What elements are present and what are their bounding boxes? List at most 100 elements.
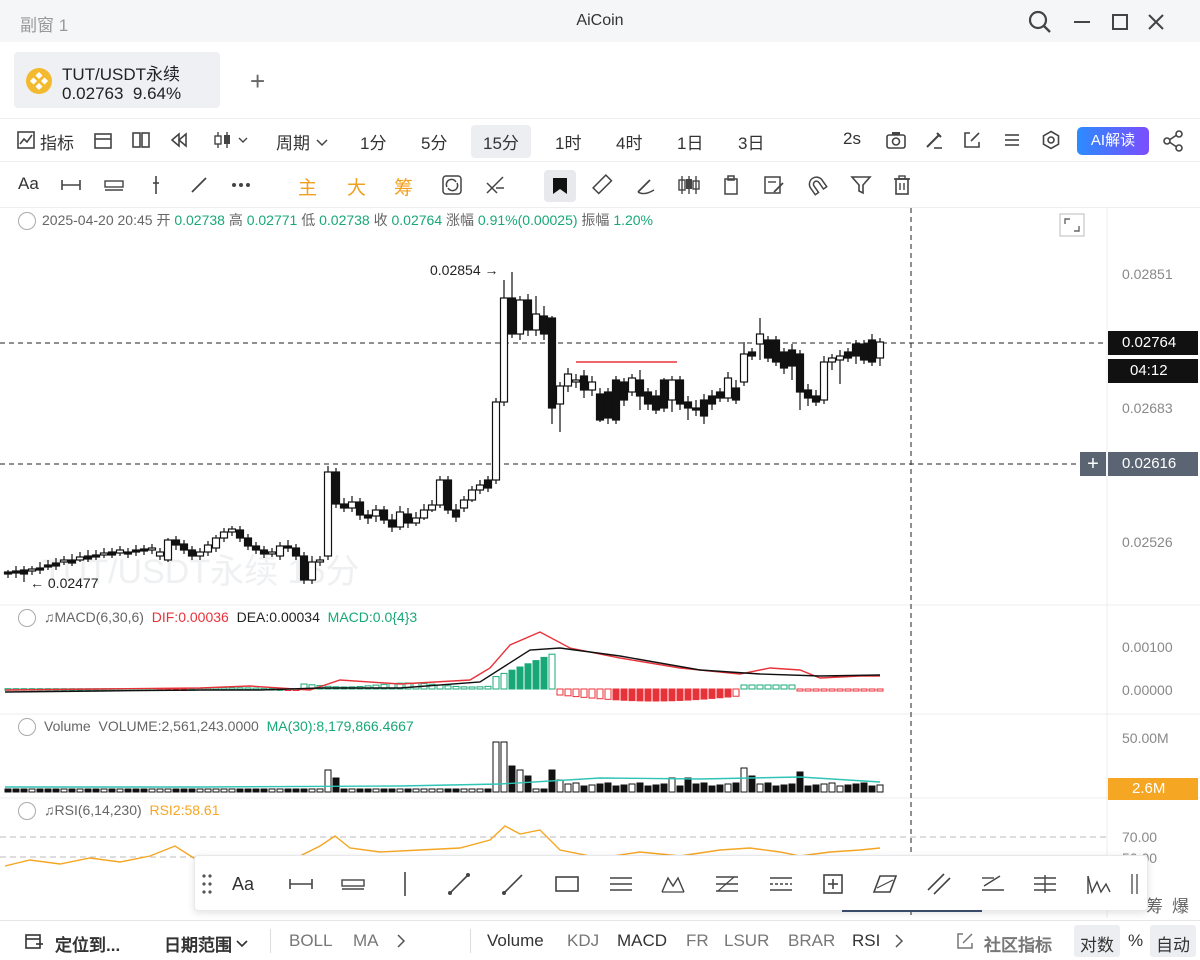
main-force-button[interactable]: 主: [298, 173, 317, 200]
main-indicator-ma[interactable]: MA: [353, 931, 379, 951]
candle-type-icon[interactable]: [213, 130, 248, 152]
wave-tool-icon[interactable]: [1079, 864, 1119, 904]
cross-trade-icon[interactable]: [484, 174, 506, 196]
auto-scale-toggle[interactable]: 自动: [1156, 931, 1190, 956]
parallel-channel-icon[interactable]: [919, 864, 959, 904]
add-tab-button[interactable]: +: [250, 66, 265, 97]
collapse-icon[interactable]: [18, 802, 36, 821]
liquidation-side-label[interactable]: 爆: [1172, 892, 1189, 917]
maximize-icon[interactable]: [1106, 8, 1134, 36]
calendar-icon[interactable]: [93, 130, 115, 152]
sub-indicator-lsur[interactable]: LSUR: [724, 931, 769, 951]
chip-side-label[interactable]: 筹: [1146, 892, 1163, 917]
rectangle-tool-icon[interactable]: [547, 864, 587, 904]
filter-icon[interactable]: [850, 174, 872, 196]
chip-button[interactable]: 筹: [394, 173, 413, 200]
clipboard-icon[interactable]: [720, 174, 742, 196]
locate-icon[interactable]: [24, 931, 46, 953]
pattern-tool-icon[interactable]: [653, 864, 693, 904]
parallelogram-tool-icon[interactable]: [865, 864, 905, 904]
close-icon[interactable]: [1142, 8, 1170, 36]
chevron-right-icon[interactable]: [894, 933, 916, 955]
more-icon[interactable]: [230, 175, 252, 197]
sub-indicator-brar[interactable]: BRAR: [788, 931, 835, 951]
drag-handle-icon[interactable]: [195, 864, 219, 904]
percent-scale-toggle[interactable]: %: [1128, 931, 1143, 951]
layout-icon[interactable]: [131, 130, 153, 152]
indicator-icon[interactable]: [16, 130, 38, 152]
date-range-button[interactable]: 日期范围: [164, 931, 232, 956]
range-tool-icon[interactable]: [333, 864, 373, 904]
chevron-down-icon[interactable]: [316, 135, 338, 157]
replay-icon[interactable]: [169, 130, 191, 152]
text-tool-icon[interactable]: Aa: [223, 864, 263, 904]
toolbar-grip-icon[interactable]: [1125, 864, 1145, 904]
interval-1m[interactable]: 1分: [360, 129, 386, 154]
ray-tool-icon[interactable]: [493, 864, 533, 904]
edit-icon[interactable]: [956, 932, 978, 954]
chevron-down-icon[interactable]: [236, 936, 258, 958]
chevron-right-icon[interactable]: [396, 933, 418, 955]
popout-icon[interactable]: [962, 130, 984, 152]
camera-icon[interactable]: [885, 130, 907, 152]
parallel-tool-icon[interactable]: [601, 864, 641, 904]
price-channel-icon[interactable]: [973, 864, 1013, 904]
sub-indicator-rsi[interactable]: RSI: [852, 931, 880, 951]
line-tool-icon[interactable]: [439, 864, 479, 904]
candles-tool-icon[interactable]: [677, 174, 700, 196]
main-indicator-boll[interactable]: BOLL: [289, 931, 332, 951]
marker-icon[interactable]: [544, 170, 576, 202]
level-tool-icon[interactable]: [1025, 864, 1065, 904]
expand-icon[interactable]: [1059, 213, 1085, 237]
interval-1d[interactable]: 1日: [677, 129, 703, 154]
sync-icon[interactable]: [441, 174, 463, 196]
interval-4h[interactable]: 4时: [616, 129, 642, 154]
bell-icon[interactable]: ♫: [44, 609, 55, 625]
refresh-rate[interactable]: 2s: [843, 129, 861, 149]
add-box-tool-icon[interactable]: [813, 864, 853, 904]
interval-5m[interactable]: 5分: [421, 129, 447, 154]
macd-dea: DEA:0.00034: [236, 609, 320, 625]
settings-icon[interactable]: [1041, 130, 1063, 152]
scroll-indicator[interactable]: [842, 910, 982, 912]
fib-tool-icon[interactable]: [707, 864, 747, 904]
interval-3d[interactable]: 3日: [738, 129, 764, 154]
vertical-tool-icon[interactable]: [385, 864, 425, 904]
pen-icon[interactable]: [924, 130, 946, 152]
bell-icon[interactable]: ♫: [44, 802, 55, 818]
edit-note-icon[interactable]: [763, 174, 785, 196]
big-order-button[interactable]: 大: [347, 173, 366, 200]
trend-line-icon[interactable]: [189, 175, 211, 197]
magnet-icon[interactable]: [806, 174, 828, 196]
ai-analysis-button[interactable]: AI解读: [1077, 127, 1149, 155]
price-range-icon[interactable]: [103, 175, 125, 197]
interval-15m[interactable]: 15分: [471, 125, 531, 158]
indicator-button[interactable]: 指标: [40, 129, 74, 154]
list-icon[interactable]: [1002, 130, 1024, 152]
horizontal-segment-icon[interactable]: [60, 175, 82, 197]
ruler-icon[interactable]: [592, 174, 614, 196]
segment-tool-icon[interactable]: [281, 864, 321, 904]
community-indicators[interactable]: 社区指标: [984, 931, 1052, 956]
brush-icon[interactable]: [634, 174, 656, 196]
share-icon[interactable]: [1162, 130, 1184, 152]
period-dropdown[interactable]: 周期: [276, 129, 310, 154]
search-icon[interactable]: [1026, 8, 1054, 36]
locate-button[interactable]: 定位到...: [55, 931, 120, 956]
sub-indicator-volume[interactable]: Volume: [487, 931, 544, 951]
vertical-line-icon[interactable]: [146, 175, 168, 197]
minimize-icon[interactable]: [1068, 8, 1096, 36]
collapse-icon[interactable]: [18, 212, 36, 231]
sub-indicator-macd[interactable]: MACD: [617, 931, 667, 951]
text-tool[interactable]: Aa: [18, 174, 39, 194]
sub-indicator-fr[interactable]: FR: [686, 931, 709, 951]
collapse-icon[interactable]: [18, 718, 36, 737]
trash-icon[interactable]: [892, 174, 914, 196]
add-alert-button[interactable]: +: [1080, 452, 1106, 476]
collapse-icon[interactable]: [18, 609, 36, 628]
channel-tool-icon[interactable]: [761, 864, 801, 904]
sub-indicator-kdj[interactable]: KDJ: [567, 931, 599, 951]
interval-1h[interactable]: 1时: [555, 129, 581, 154]
log-scale-toggle[interactable]: 对数: [1080, 931, 1114, 956]
symbol-tab[interactable]: TUT/USDT永续 0.02763 9.64%: [14, 52, 220, 108]
